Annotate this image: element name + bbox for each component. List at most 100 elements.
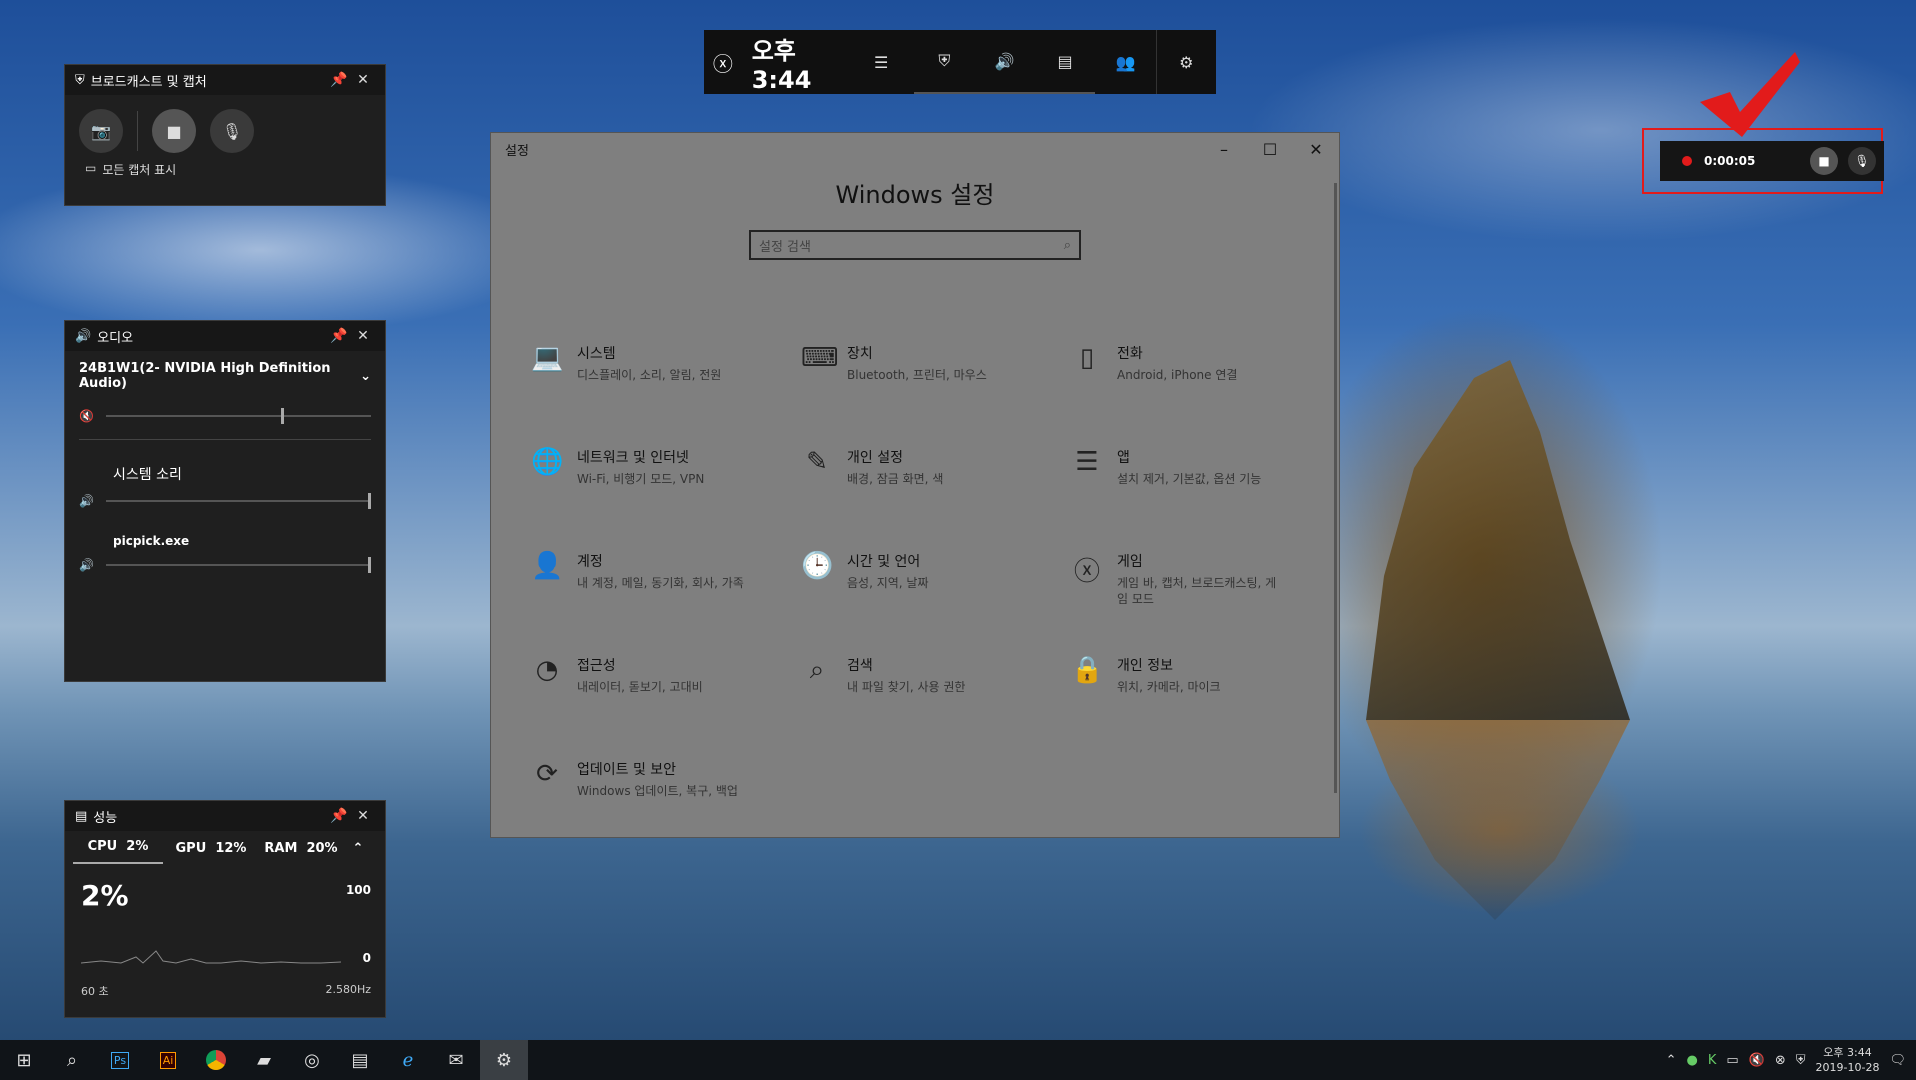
close-icon[interactable]: ✕ [351,328,375,344]
network-icon[interactable]: ▭ [1726,1053,1738,1068]
master-volume-slider[interactable] [105,408,371,424]
stop-recording-button[interactable]: ■ [1810,147,1838,175]
tab-ram[interactable]: RAM 20% [259,841,343,856]
notepad-icon[interactable]: ▤ [336,1040,384,1080]
notification-icon[interactable]: 🗨 [1889,1053,1906,1068]
xbox-icon[interactable]: ⓧ [704,48,742,77]
mail-icon[interactable]: ✉ [432,1040,480,1080]
performance-title: 성능 [93,810,118,826]
apps-icon: ☰ [1075,447,1099,477]
settings-grid: 💻 시스템 디스플레이, 소리, 알림, 전원 ⌨ 장치 Bluetooth, 프린터, … [531,343,1341,823]
clock-date: 2019-10-28 [1815,1061,1880,1074]
settings-search-input[interactable]: 설정 검색 ⌕ [749,230,1081,260]
settings-item[interactable]: 🕒 시간 및 언어 음성, 지역, 날짜 [801,551,1071,615]
settings-item[interactable]: 🌐 네트워크 및 인터넷 Wi-Fi, 비행기 모드, VPN [531,447,801,511]
performance-header: ▤ 성능 📌 ✕ [65,801,385,831]
graph-duration: 60 초 [81,985,109,998]
settings-item-name: 전화 [1117,346,1143,362]
broadcast-title: 브로드캐스트 및 캡처 [90,74,207,90]
tab-cpu[interactable]: CPU 2% [73,832,163,864]
pin-icon[interactable]: 📌 [327,328,351,344]
settings-item-name: 계정 [577,554,603,570]
picpick-icon[interactable]: ◎ [288,1040,336,1080]
settings-item-name: 앱 [1117,450,1130,466]
stop-record-button[interactable]: ■ [152,109,196,153]
mic-off-button[interactable]: 🎙 [210,109,254,153]
chevron-up-icon[interactable]: ⌃ [1666,1053,1677,1068]
settings-item[interactable]: ▯ 전화 Android, iPhone 연결 [1071,343,1341,407]
performance-widget-icon[interactable]: ▤ [1034,30,1096,94]
maximize-icon[interactable]: ☐ [1247,140,1293,159]
audio-device-select[interactable]: 24B1W1(2- NVIDIA High Definition Audio) … [65,351,385,401]
illustrator-icon[interactable]: Ai [144,1040,192,1080]
settings-taskbar-icon[interactable]: ⚙ [480,1040,528,1080]
settings-item-desc: Windows 업데이트, 복구, 백업 [577,784,738,798]
chrome-icon[interactable] [192,1040,240,1080]
settings-item[interactable]: ✎ 개인 설정 배경, 잠금 화면, 색 [801,447,1071,511]
clock-time: 오후 3:44 [1823,1046,1872,1059]
xbox-icon: ⓧ [1073,557,1100,587]
cpu-value: 2% [81,879,129,912]
capture-widget-icon[interactable]: ⛨ [914,30,975,94]
pin-icon[interactable]: 📌 [327,808,351,824]
search-icon[interactable]: ⌕ [48,1040,96,1080]
settings-item-name: 장치 [847,346,873,362]
mute-icon[interactable]: 🔇 [79,409,94,423]
settings-item[interactable]: ⌕ 검색 내 파일 찾기, 사용 권한 [801,655,1071,719]
chat-icon[interactable]: ● [1687,1053,1698,1068]
speaker-icon[interactable]: 🔊 [79,558,94,572]
minimize-icon[interactable]: – [1201,140,1247,159]
cpu-frequency: 2.580Hz [325,983,371,996]
scrollbar[interactable] [1334,183,1337,793]
windows-start-icon[interactable]: ⊞ [0,1040,48,1080]
app-sound-slider[interactable] [105,557,372,573]
speaker-icon: 🔊 [75,328,92,344]
settings-item[interactable]: 💻 시스템 디스플레이, 소리, 알림, 전원 [531,343,801,407]
speaker-icon[interactable]: 🔊 [79,494,94,508]
accessibility-icon: ◔ [535,655,559,685]
settings-item-name: 게임 [1117,554,1143,570]
settings-item[interactable]: ⟳ 업데이트 및 보안 Windows 업데이트, 복구, 백업 [531,759,801,823]
settings-item-name: 개인 설정 [847,450,903,466]
settings-item-desc: Bluetooth, 프린터, 마우스 [847,368,987,382]
refresh-icon: ⟳ [536,759,558,789]
settings-item-desc: 설치 제거, 기본값, 옵션 기능 [1117,472,1262,486]
close-icon[interactable]: ✕ [1293,140,1339,159]
pin-icon[interactable]: 📌 [327,72,351,88]
chevron-down-icon: ⌄ [360,368,371,384]
show-all-captures-link[interactable]: ▭ 모든 캡처 표시 [65,161,385,178]
search-placeholder: 설정 검색 [759,239,811,255]
chevron-up-icon[interactable]: ⌃ [343,841,373,856]
settings-item[interactable]: 👤 계정 내 계정, 메일, 동기화, 회사, 가족 [531,551,801,615]
settings-item[interactable]: ☰ 앱설치 제거, 기본값, 옵션 기능 [1071,447,1341,511]
social-widget-icon[interactable]: 👥 [1095,30,1155,94]
settings-item[interactable]: ⌨ 장치 Bluetooth, 프린터, 마우스 [801,343,1071,407]
tab-gpu[interactable]: GPU 12% [163,841,259,856]
cpu-graph [81,950,341,964]
clock[interactable]: 오후 3:44 2019-10-28 [1816,1045,1880,1075]
recording-dot-icon [1682,156,1692,166]
menu-icon[interactable]: ☰ [858,53,905,72]
close-icon[interactable]: ✕ [351,72,375,88]
settings-item-name: 접근성 [577,658,616,674]
edge-icon[interactable]: ℯ [384,1040,432,1080]
audio-widget-icon[interactable]: 🔊 [974,30,1035,94]
settings-item-name: 검색 [847,658,873,674]
settings-item[interactable]: ⓧ 게임 게임 바, 캡처, 브로드캐스팅, 게임 모드 [1071,551,1341,615]
app-icon[interactable]: ▰ [240,1040,288,1080]
mic-off-button[interactable]: 🎙 [1848,147,1876,175]
graph-max: 100 [345,883,371,897]
system-sound-slider[interactable] [105,493,372,509]
gamebar-tray-icon[interactable]: ⛨ [1796,1053,1806,1068]
taskbar: ⊞ ⌕ Ps Ai ▰ ◎ ▤ ℯ ✉ ⚙ ⌃ ● K ▭ 🔇 ⊗ ⛨ 오후 3… [0,1040,1916,1080]
block-icon[interactable]: ⊗ [1775,1053,1786,1068]
settings-item[interactable]: 🔒 개인 정보 위치, 카메라, 마이크 [1071,655,1341,719]
photoshop-icon[interactable]: Ps [96,1040,144,1080]
screenshot-button[interactable]: 📷 [79,109,123,153]
app-tray-icon[interactable]: K [1708,1053,1717,1068]
gear-icon[interactable]: ⚙ [1155,30,1216,94]
volume-mute-icon[interactable]: 🔇 [1749,1053,1765,1068]
close-icon[interactable]: ✕ [351,808,375,824]
settings-item-name: 시간 및 언어 [847,554,921,570]
settings-item[interactable]: ◔ 접근성 내레이터, 돋보기, 고대비 [531,655,801,719]
